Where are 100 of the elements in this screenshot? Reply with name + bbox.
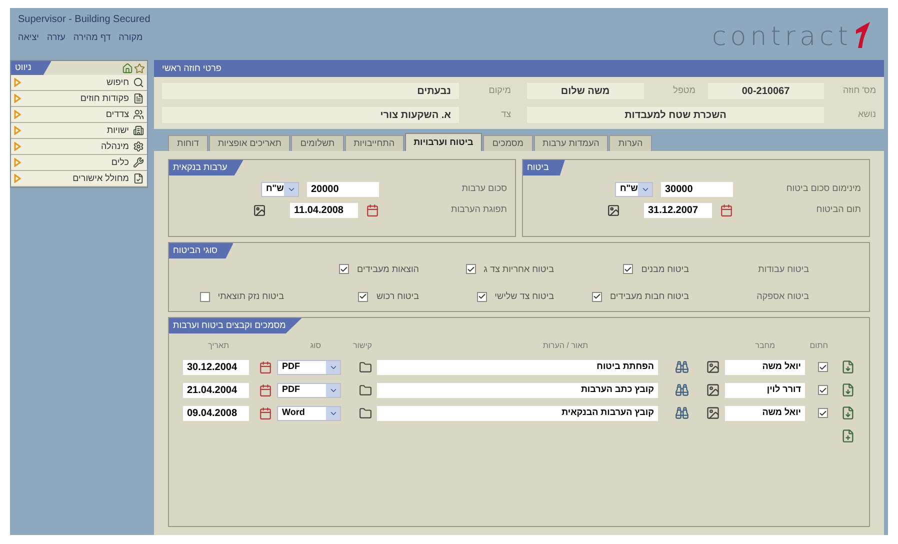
- building-icon: [133, 125, 144, 136]
- calendar-icon[interactable]: [720, 204, 733, 216]
- binoculars-icon[interactable]: [675, 406, 689, 420]
- checkbox[interactable]: [818, 362, 828, 372]
- sidebar-item[interactable]: מינהלה: [11, 139, 147, 155]
- checkbox[interactable]: [200, 292, 210, 302]
- row-label: ביטוח אספקה: [756, 290, 809, 303]
- column-header: מחבר: [754, 340, 776, 352]
- tab[interactable]: העמדות ערבות: [534, 135, 608, 151]
- check-icon: [592, 292, 601, 302]
- check-icon: [478, 292, 486, 302]
- option-label: ביטוח נזק תוצאתי: [218, 290, 284, 303]
- image-icon[interactable]: [706, 406, 720, 420]
- sidebar-item[interactable]: חיפוש: [11, 75, 147, 91]
- tab[interactable]: תשלומים: [291, 135, 344, 151]
- sidebar-item[interactable]: פקודות חוזים: [11, 91, 147, 107]
- wrench-icon: [133, 157, 144, 168]
- menu-item[interactable]: יציאה: [18, 31, 39, 44]
- column-header: קישור: [352, 340, 372, 352]
- sidebar-item-label: חיפוש: [106, 76, 129, 89]
- sidebar-item-label: מינהלה: [100, 140, 129, 153]
- binoculars-icon[interactable]: [675, 360, 689, 374]
- sidebar-item-label: פקודות חוזים: [79, 92, 129, 105]
- checkbox[interactable]: [592, 292, 602, 302]
- binoculars-icon[interactable]: [675, 383, 689, 397]
- tab[interactable]: דוחות: [168, 135, 208, 151]
- sidebar-item[interactable]: מחולל אישורים: [11, 171, 147, 187]
- sidebar-item[interactable]: צדדים: [11, 107, 147, 123]
- author-field[interactable]: יואל משה: [725, 360, 805, 374]
- document-icon[interactable]: [841, 406, 855, 420]
- field-value: משה שלום: [527, 83, 644, 99]
- check-icon: [466, 264, 475, 274]
- date-field[interactable]: 11.04.2008: [290, 202, 358, 218]
- calendar-icon[interactable]: [259, 360, 272, 374]
- tab[interactable]: ביטוח וערבויות: [404, 133, 482, 151]
- tab[interactable]: מסמכים: [483, 135, 532, 151]
- tab[interactable]: תאריכים אופציות: [208, 135, 290, 151]
- checkbox[interactable]: [339, 264, 350, 274]
- date-field[interactable]: 21.04.2004: [183, 382, 249, 398]
- column-header: תאור / הערות: [542, 340, 589, 352]
- checkbox[interactable]: [818, 408, 828, 418]
- author-field[interactable]: דורר לוין: [725, 382, 805, 398]
- document-icon[interactable]: [841, 383, 855, 397]
- amount-field[interactable]: 30000: [661, 182, 733, 196]
- image-icon[interactable]: [607, 204, 620, 216]
- tab[interactable]: הערות: [609, 135, 652, 151]
- date-field[interactable]: 31.12.2007: [644, 202, 712, 218]
- description-field[interactable]: הפחתת ביטוח: [377, 360, 658, 374]
- sidebar-item[interactable]: כלים: [11, 155, 147, 171]
- currency-select[interactable]: ש"ח: [261, 182, 299, 196]
- field-label: מינימום סכום ביטוח: [785, 182, 861, 196]
- tab[interactable]: התחייבויות: [344, 135, 404, 151]
- sidebar-item[interactable]: ישויות: [11, 123, 147, 139]
- people-icon: [133, 109, 144, 120]
- home-icon[interactable]: [122, 62, 133, 74]
- check-icon: [819, 386, 827, 394]
- option-label: ביטוח רכוש: [376, 290, 419, 303]
- search-icon: [133, 77, 144, 88]
- folder-icon[interactable]: [359, 360, 372, 374]
- field-value: א. השקעות צורי: [162, 107, 459, 123]
- calendar-icon[interactable]: [259, 384, 272, 396]
- description-field[interactable]: קובץ הערבות הבנקאית: [377, 406, 658, 420]
- option-label: ביטוח צד שלישי: [494, 290, 554, 303]
- checkbox[interactable]: [818, 385, 828, 395]
- calendar-icon[interactable]: [259, 406, 272, 420]
- type-select[interactable]: Word: [277, 406, 341, 420]
- window-title: Supervisor - Building Secured: [18, 13, 150, 27]
- folder-icon[interactable]: [359, 384, 372, 396]
- currency-select[interactable]: ש"ח: [615, 182, 653, 196]
- column-header: תאריך: [206, 340, 230, 352]
- sidebar-title: ניווט: [11, 61, 52, 75]
- star-icon[interactable]: [134, 62, 145, 74]
- author-field[interactable]: יואל משה: [725, 406, 805, 420]
- type-select[interactable]: PDF: [277, 382, 341, 398]
- calendar-icon[interactable]: [366, 204, 379, 216]
- document-icon[interactable]: [841, 360, 855, 374]
- date-field[interactable]: 30.12.2004: [183, 360, 249, 374]
- option-label: הוצאות מעבידים: [357, 262, 419, 276]
- image-icon[interactable]: [706, 383, 720, 397]
- menu-item[interactable]: מקורה: [118, 31, 143, 44]
- menu-item[interactable]: דף מהירה: [73, 31, 111, 44]
- field-label: נושא: [856, 108, 876, 122]
- amount-field[interactable]: 20000: [307, 182, 379, 196]
- group-title: ביטוח: [523, 160, 565, 176]
- date-field[interactable]: 09.04.2008: [183, 406, 249, 420]
- checkbox[interactable]: [623, 264, 634, 274]
- type-select[interactable]: PDF: [277, 360, 341, 374]
- folder-icon[interactable]: [359, 406, 372, 420]
- description-field[interactable]: קובץ כתב הערבות: [377, 382, 658, 398]
- checkbox[interactable]: [476, 292, 487, 302]
- image-icon[interactable]: [706, 360, 720, 374]
- add-document-icon[interactable]: [841, 428, 855, 442]
- checkbox[interactable]: [358, 292, 368, 302]
- menu-item[interactable]: עזרה: [46, 31, 66, 44]
- checkbox[interactable]: [466, 264, 476, 274]
- option-label: ביטוח חבות מעבידים: [610, 290, 689, 303]
- field-value: נבעתים: [162, 83, 459, 99]
- field-label: תום הביטוח: [815, 203, 861, 216]
- group-title: סוגי הביטוח: [169, 243, 234, 258]
- image-icon[interactable]: [253, 204, 266, 216]
